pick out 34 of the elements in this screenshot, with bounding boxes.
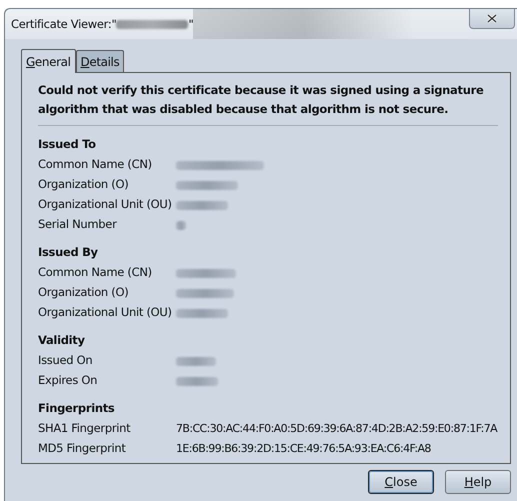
redacted-value-mark	[176, 180, 238, 190]
field-label: Common Name (CN)	[38, 157, 153, 171]
section-heading: Fingerprints	[38, 400, 116, 417]
redacted-value-mark	[176, 220, 186, 230]
section-heading: Validity	[38, 332, 86, 349]
tab[interactable]: General	[21, 49, 76, 73]
field-label: Expires On	[38, 373, 98, 387]
section-heading: Issued By	[38, 244, 99, 261]
field-label: Issued On	[38, 353, 94, 367]
field-label: Organization (O)	[38, 285, 130, 299]
window-title: Certificate Viewer:"	[11, 17, 116, 31]
redacted-value-mark	[176, 288, 234, 298]
warning-text: Could not verify this certificate because it was signed using a signature algorithm that was disabled because that algorithm is not secure.	[38, 81, 498, 126]
field-label: Serial Number	[38, 217, 118, 231]
field-label: MD5 Fingerprint	[38, 441, 127, 455]
close-button[interactable]	[469, 9, 515, 29]
tab[interactable]: Details	[76, 50, 124, 72]
redacted-value-mark	[176, 356, 216, 366]
field-label: Common Name (CN)	[38, 265, 153, 279]
redacted-value-mark	[176, 308, 228, 318]
field-label: Organizational Unit (OU)	[38, 305, 173, 319]
redacted-value-mark	[176, 200, 228, 210]
field-label: SHA1 Fingerprint	[38, 421, 132, 435]
field-value: 7B:CC:30:AC:44:F0:A0:5D:69:39:6A:87:4D:2B:A2:59:E0:87:1F:7A	[176, 422, 498, 434]
redacted-value-mark	[176, 376, 218, 386]
dialog-button[interactable]: Close	[368, 470, 434, 494]
dialog-button[interactable]: Help	[445, 470, 511, 494]
field-label: Organizational Unit (OU)	[38, 197, 173, 211]
redacted-value-mark	[176, 268, 236, 278]
field-label: Organization (O)	[38, 177, 130, 191]
field-value: 1E:6B:99:B6:39:2D:15:CE:49:76:5A:93:EA:C6:4F:A8	[176, 442, 432, 454]
section-heading: Issued To	[38, 136, 97, 153]
title-quote: "	[188, 17, 194, 31]
close-icon	[487, 14, 497, 23]
